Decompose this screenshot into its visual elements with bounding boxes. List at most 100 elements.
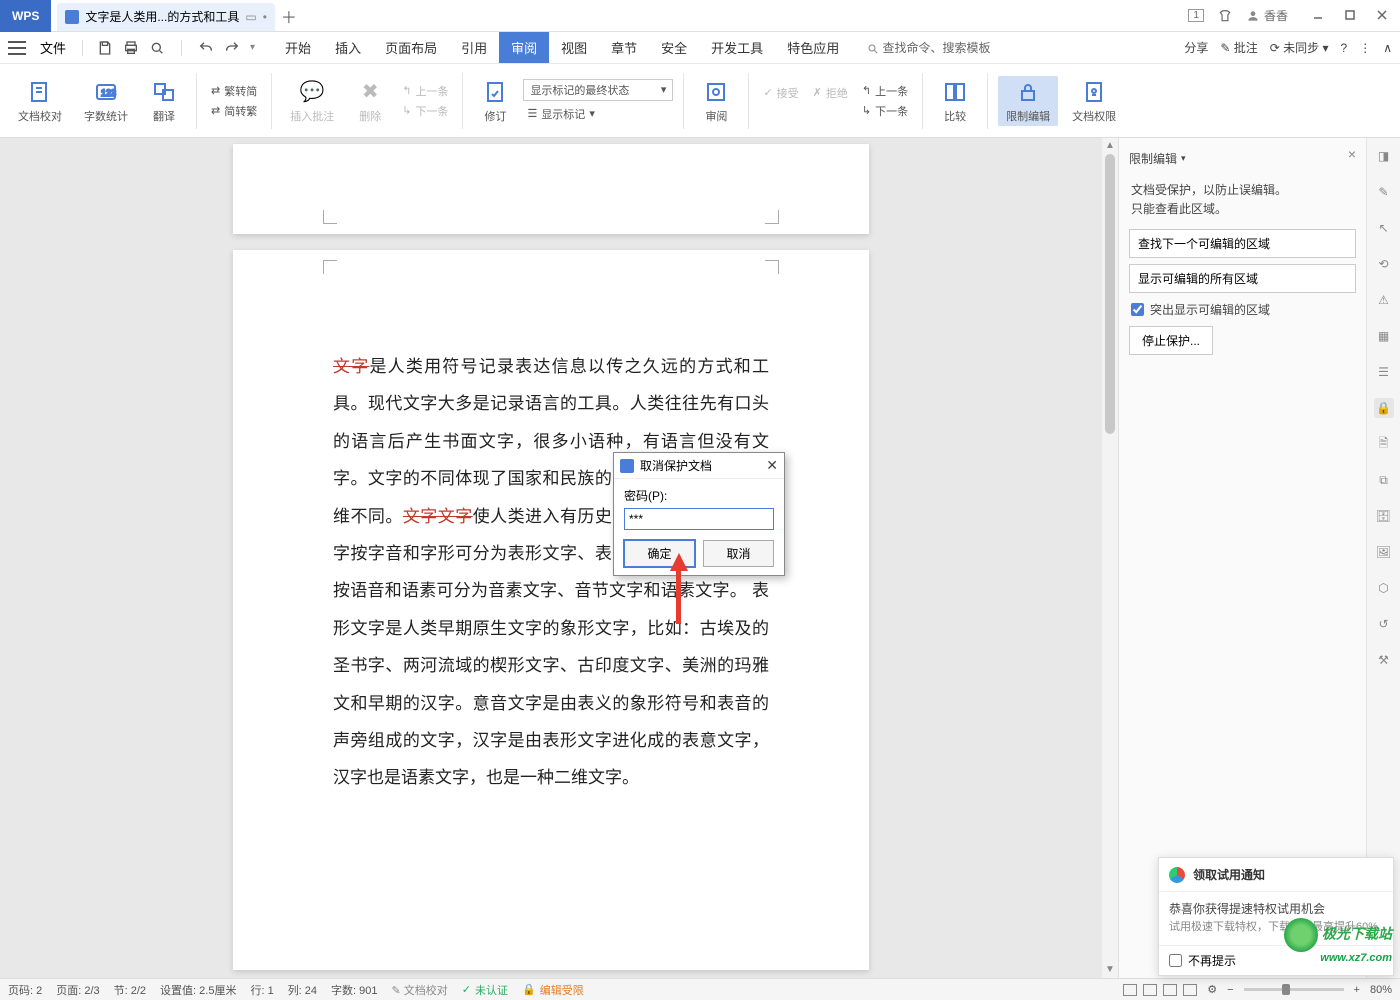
annotate-button[interactable]: ✎ 批注: [1220, 39, 1257, 56]
new-tab-button[interactable]: ＋: [275, 4, 303, 28]
tab-close-icon[interactable]: •: [263, 10, 267, 24]
strip-select-icon[interactable]: ↖: [1374, 218, 1394, 238]
panel-close-icon[interactable]: ×: [1348, 146, 1356, 162]
ribbon-prev-change[interactable]: ↰ 上一条: [858, 82, 912, 100]
markup-view-dropdown[interactable]: 显示标记的最终状态▾: [523, 79, 673, 101]
vertical-scrollbar[interactable]: ▲ ▼: [1102, 138, 1118, 978]
view-page-icon[interactable]: [1123, 984, 1137, 996]
qa-dropdown-icon[interactable]: ▾: [250, 42, 255, 53]
strip-cube-icon[interactable]: ⬡: [1374, 578, 1394, 598]
strip-archive-icon[interactable]: 🗄: [1374, 506, 1394, 526]
minimize-button[interactable]: [1312, 9, 1326, 23]
maximize-button[interactable]: [1344, 9, 1358, 23]
status-cert[interactable]: ✓ 未认证: [462, 982, 508, 998]
ribbon-simp2trad[interactable]: ⇄ 繁转简: [207, 82, 261, 100]
ribbon-trad2simp[interactable]: ⇄ 简转繁: [207, 102, 261, 120]
app-badge[interactable]: WPS: [0, 0, 51, 32]
tab-devtools[interactable]: 开发工具: [699, 32, 775, 63]
ribbon-show-markup[interactable]: ☰ 显示标记 ▾: [523, 105, 673, 123]
ribbon-wordcount[interactable]: 123 字数统计: [76, 76, 136, 126]
ribbon-delete[interactable]: ✖ 删除: [348, 76, 392, 126]
status-page[interactable]: 页面: 2/3: [56, 982, 99, 998]
ribbon-translate[interactable]: 翻译: [142, 76, 186, 126]
status-setval[interactable]: 设置值: 2.5厘米: [160, 982, 236, 998]
tab-section[interactable]: 章节: [599, 32, 649, 63]
zoom-in-icon[interactable]: +: [1354, 984, 1360, 996]
strip-doc-icon[interactable]: 🗎: [1374, 434, 1394, 454]
strip-history-icon[interactable]: ↺: [1374, 614, 1394, 634]
status-col[interactable]: 列: 24: [288, 982, 317, 998]
ribbon-accept[interactable]: ✓ 接受: [759, 84, 802, 102]
tab-security[interactable]: 安全: [649, 32, 699, 63]
close-button[interactable]: [1376, 9, 1390, 23]
zoom-slider[interactable]: [1244, 988, 1344, 991]
status-page-no[interactable]: 页码: 2: [8, 982, 42, 998]
highlight-regions-checkbox[interactable]: 突出显示可编辑的区域: [1131, 301, 1354, 318]
ribbon-proofread[interactable]: 文档校对: [10, 76, 70, 126]
sync-button[interactable]: ⟳ 未同步 ▾: [1270, 39, 1329, 56]
share-button[interactable]: 分享: [1184, 39, 1208, 56]
tab-reference[interactable]: 引用: [449, 32, 499, 63]
dialog-titlebar[interactable]: 取消保护文档 ✕: [614, 453, 784, 479]
tab-insert[interactable]: 插入: [323, 32, 373, 63]
ok-button[interactable]: 确定: [624, 540, 695, 567]
zoom-out-icon[interactable]: −: [1227, 984, 1233, 996]
search-commands[interactable]: 查找命令、搜索模板: [867, 39, 990, 56]
stop-protection-button[interactable]: 停止保护...: [1129, 326, 1213, 355]
strip-list-icon[interactable]: ☰: [1374, 362, 1394, 382]
cancel-button[interactable]: 取消: [703, 540, 774, 567]
ribbon-review-pane[interactable]: 审阅: [694, 76, 738, 126]
view-web-icon[interactable]: [1163, 984, 1177, 996]
print-icon[interactable]: [123, 40, 139, 56]
password-input[interactable]: [624, 508, 774, 530]
scroll-thumb[interactable]: [1105, 154, 1115, 434]
ribbon-next-change[interactable]: ↳ 下一条: [858, 102, 912, 120]
status-row[interactable]: 行: 1: [250, 982, 273, 998]
status-proof[interactable]: ✎ 文档校对: [392, 982, 448, 998]
show-all-regions-button[interactable]: 显示可编辑的所有区域: [1129, 264, 1356, 293]
user-avatar[interactable]: 香香: [1246, 7, 1288, 24]
help-icon[interactable]: ?: [1341, 41, 1348, 55]
strip-image-icon[interactable]: 🖼: [1374, 542, 1394, 562]
ribbon-compare[interactable]: 比较: [933, 76, 977, 126]
preview-icon[interactable]: [149, 40, 165, 56]
ribbon-reject[interactable]: ✗ 拒绝: [809, 84, 852, 102]
skin-icon[interactable]: [1218, 9, 1232, 23]
tab-menu-icon[interactable]: ▭: [245, 10, 256, 24]
ribbon-restrict-edit[interactable]: 限制编辑: [998, 76, 1058, 126]
find-next-region-button[interactable]: 查找下一个可编辑的区域: [1129, 229, 1356, 258]
tab-review[interactable]: 审阅: [499, 32, 549, 63]
tab-layout[interactable]: 页面布局: [373, 32, 449, 63]
collapse-ribbon-icon[interactable]: ∧: [1383, 41, 1392, 55]
strip-tool-icon[interactable]: ⚒: [1374, 650, 1394, 670]
document-tab[interactable]: 文字是人类用...的方式和工具 ▭ •: [57, 3, 275, 31]
view-read-icon[interactable]: [1183, 984, 1197, 996]
tab-view[interactable]: 视图: [549, 32, 599, 63]
save-icon[interactable]: [97, 40, 113, 56]
ribbon-track[interactable]: 修订: [473, 76, 517, 126]
dialog-close-icon[interactable]: ✕: [766, 457, 778, 474]
undo-icon[interactable]: [198, 40, 214, 56]
strip-refresh-icon[interactable]: ⟲: [1374, 254, 1394, 274]
strip-toggle-icon[interactable]: ◨: [1374, 146, 1394, 166]
strip-link-icon[interactable]: ⧉: [1374, 470, 1394, 490]
strip-lock-icon[interactable]: 🔒: [1374, 398, 1394, 418]
scroll-up-icon[interactable]: ▲: [1102, 138, 1118, 154]
strip-warning-icon[interactable]: ⚠: [1374, 290, 1394, 310]
ribbon-next-comment[interactable]: ↳ 下一条: [398, 102, 452, 120]
ribbon-insert-comment[interactable]: 💬 插入批注: [282, 76, 342, 126]
ribbon-permissions[interactable]: 文档权限: [1064, 76, 1124, 126]
tab-start[interactable]: 开始: [273, 32, 323, 63]
scroll-down-icon[interactable]: ▼: [1102, 962, 1118, 978]
status-words[interactable]: 字数: 901: [331, 982, 377, 998]
no-remind-checkbox[interactable]: [1169, 954, 1182, 967]
ribbon-prev-comment[interactable]: ↰ 上一条: [398, 82, 452, 100]
strip-grid-icon[interactable]: ▦: [1374, 326, 1394, 346]
hamburger-icon[interactable]: [8, 41, 26, 55]
strip-pen-icon[interactable]: ✎: [1374, 182, 1394, 202]
badge-icon[interactable]: 1: [1188, 9, 1204, 22]
view-mode-icons[interactable]: [1123, 984, 1197, 996]
document-viewport[interactable]: 文字是人类用符号记录表达信息以传之久远的方式和工具。现代文字大多是记录语言的工具…: [0, 138, 1102, 978]
status-restricted[interactable]: 🔒 编辑受限: [522, 982, 584, 998]
status-section[interactable]: 节: 2/2: [114, 982, 146, 998]
